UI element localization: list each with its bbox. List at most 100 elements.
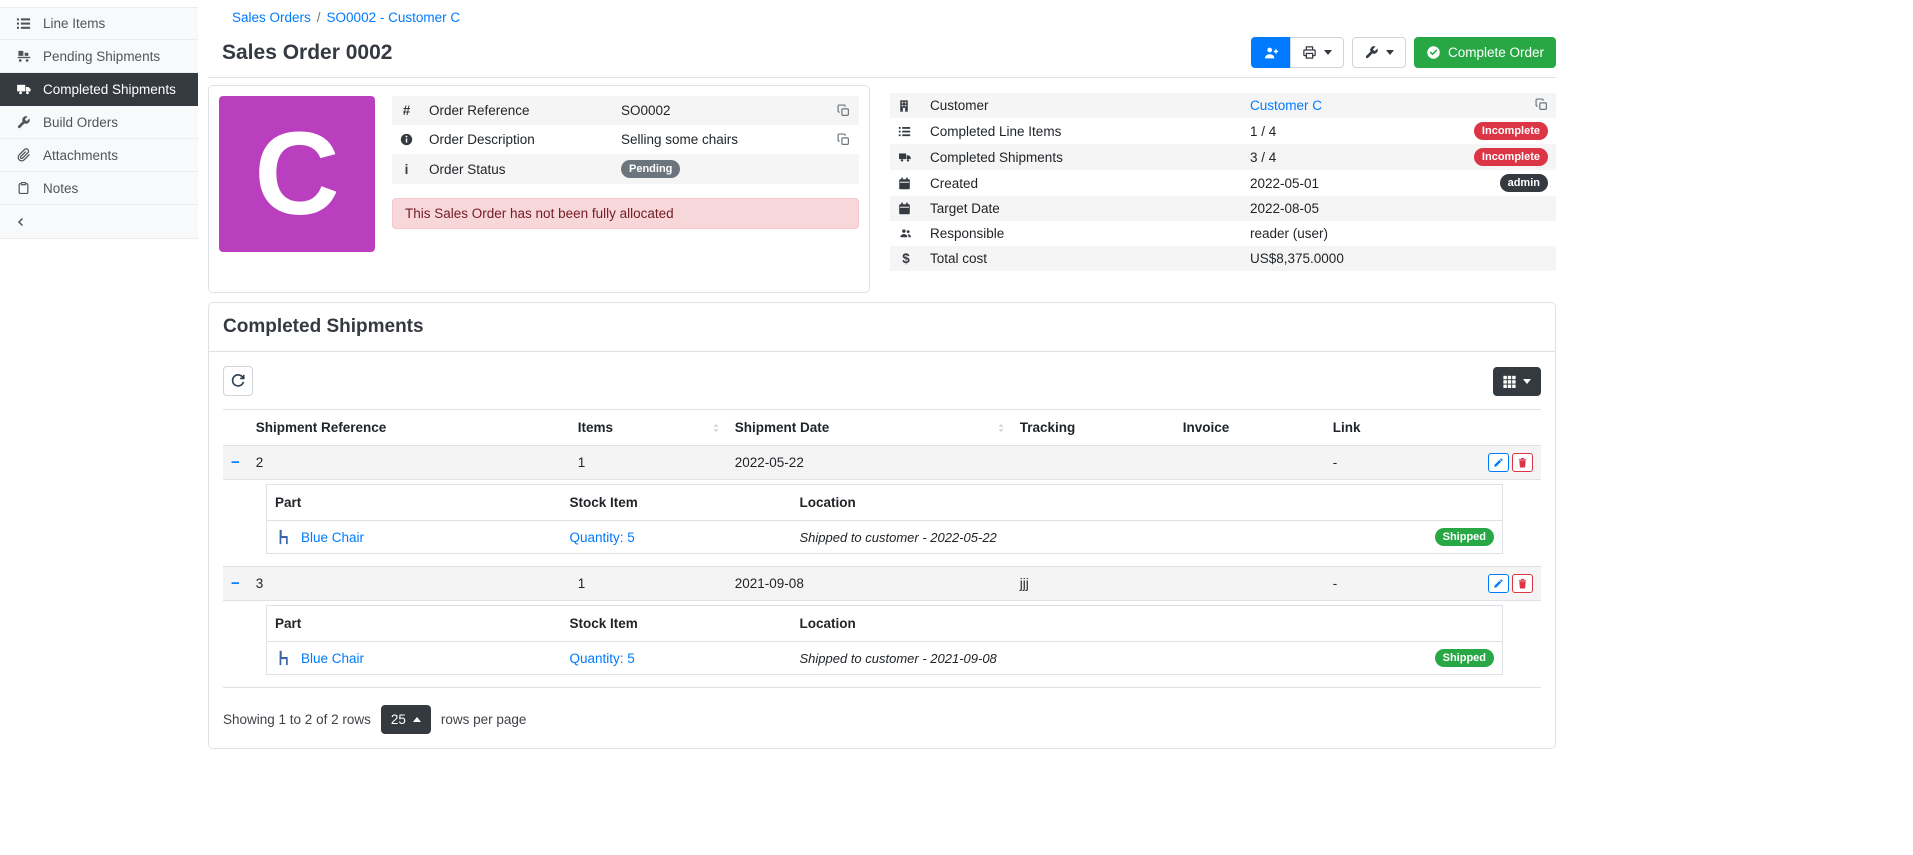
page-size-select[interactable]: 25 xyxy=(381,705,431,734)
order-info-table: # Order Reference SO0002 Order Descripti… xyxy=(392,96,859,184)
assigned-user-button[interactable] xyxy=(1251,37,1291,68)
responsible-value: reader (user) xyxy=(1242,221,1444,246)
shipment-detail-row: Part Stock Item Location xyxy=(223,480,1541,567)
table-toolbar xyxy=(223,366,1541,396)
subcolumn-header-stock-item: Stock Item xyxy=(562,606,792,642)
edit-shipment-button[interactable] xyxy=(1488,453,1509,472)
column-header-items[interactable]: Items xyxy=(570,410,727,446)
complete-order-label: Complete Order xyxy=(1448,45,1544,60)
breadcrumb-sales-orders[interactable]: Sales Orders xyxy=(232,10,311,25)
shipment-item-row: Blue Chair Quantity: 5 Shipped to custom… xyxy=(267,642,1503,675)
order-status-row: i Order Status Pending xyxy=(392,154,859,184)
column-header-date[interactable]: Shipment Date xyxy=(727,410,1012,446)
breadcrumb: Sales Orders / SO0002 - Customer C xyxy=(232,10,1556,25)
location-text: Shipped to customer - 2022-05-22 xyxy=(800,530,997,545)
customer-thumbnail: C xyxy=(219,96,375,252)
shipment-tracking: jjj xyxy=(1012,567,1175,601)
chair-part-icon xyxy=(275,528,292,546)
column-header-invoice: Invoice xyxy=(1175,410,1325,446)
collapse-row-icon[interactable]: − xyxy=(231,575,240,592)
rows-per-page-label: rows per page xyxy=(441,712,527,727)
total-cost-value: US$8,375.0000 xyxy=(1242,246,1444,271)
column-header-link: Link xyxy=(1325,410,1425,446)
shipment-reference: 3 xyxy=(248,567,570,601)
delete-shipment-button[interactable] xyxy=(1512,574,1533,593)
copy-icon[interactable] xyxy=(837,104,851,117)
breadcrumb-separator: / xyxy=(317,10,321,25)
responsible-label: Responsible xyxy=(922,221,1242,246)
customer-label: Customer xyxy=(922,93,1242,118)
customer-row: Customer Customer C xyxy=(890,93,1556,118)
order-description-value: Selling some chairs xyxy=(613,125,829,154)
customer-link[interactable]: Customer C xyxy=(1250,98,1322,113)
allocation-alert: This Sales Order has not been fully allo… xyxy=(392,198,859,229)
order-reference-label: Order Reference xyxy=(421,96,613,125)
sidebar-item-pending-shipments[interactable]: Pending Shipments xyxy=(0,40,198,73)
chevron-left-icon xyxy=(12,214,29,229)
shipment-row: − 2 1 2022-05-22 - xyxy=(223,446,1541,480)
target-date-row: Target Date 2022-08-05 xyxy=(890,196,1556,221)
caret-down-icon xyxy=(1523,379,1531,384)
columns-button[interactable] xyxy=(1493,367,1541,396)
breadcrumb-current[interactable]: SO0002 - Customer C xyxy=(327,10,461,25)
chair-part-icon xyxy=(275,649,292,667)
stock-item-link[interactable]: Quantity: 5 xyxy=(570,530,635,545)
order-details-panel: Customer Customer C Completed Line Items… xyxy=(890,93,1556,271)
clipboard-icon xyxy=(15,181,32,196)
sidebar-item-label: Pending Shipments xyxy=(43,49,160,64)
shipment-detail-row: Part Stock Item Location xyxy=(223,601,1541,688)
refresh-icon xyxy=(230,373,246,389)
shipment-tracking xyxy=(1012,446,1175,480)
main-content: Sales Orders / SO0002 - Customer C Sales O… xyxy=(198,0,1913,749)
part-link[interactable]: Blue Chair xyxy=(301,530,364,545)
stock-item-link[interactable]: Quantity: 5 xyxy=(570,651,635,666)
sidebar-item-completed-shipments[interactable]: Completed Shipments xyxy=(0,73,198,106)
total-cost-label: Total cost xyxy=(922,246,1242,271)
delete-shipment-button[interactable] xyxy=(1512,453,1533,472)
completed-shipments-label: Completed Shipments xyxy=(922,144,1242,170)
part-link[interactable]: Blue Chair xyxy=(301,651,364,666)
incomplete-badge: Incomplete xyxy=(1474,148,1548,166)
sidebar-item-build-orders[interactable]: Build Orders xyxy=(0,106,198,139)
completed-shipments-body: Shipment Reference Items Shipment Date T… xyxy=(209,352,1555,748)
collapse-row-icon[interactable]: − xyxy=(231,454,240,471)
edit-shipment-button[interactable] xyxy=(1488,574,1509,593)
column-header-reference: Shipment Reference xyxy=(248,410,570,446)
created-value: 2022-05-01 xyxy=(1242,170,1444,196)
print-button-group xyxy=(1251,37,1344,68)
target-date-value: 2022-08-05 xyxy=(1242,196,1444,221)
sidebar-collapse-button[interactable] xyxy=(0,205,198,239)
subcolumn-header-status xyxy=(1337,606,1503,642)
sidebar-item-attachments[interactable]: Attachments xyxy=(0,139,198,172)
subcolumn-header-location: Location xyxy=(792,606,1337,642)
header-divider xyxy=(208,77,1556,78)
user-plus-icon xyxy=(1263,45,1279,61)
print-actions-button[interactable] xyxy=(1290,37,1344,68)
refresh-button[interactable] xyxy=(223,366,253,396)
sort-icon xyxy=(711,422,721,434)
sidebar-item-line-items[interactable]: Line Items xyxy=(0,7,198,40)
sidebar-item-label: Completed Shipments xyxy=(43,82,176,97)
total-cost-row: $ Total cost US$8,375.0000 xyxy=(890,246,1556,271)
tools-icon xyxy=(1364,45,1379,60)
users-icon xyxy=(898,227,914,240)
sort-icon xyxy=(996,422,1006,434)
order-actions-button[interactable] xyxy=(1352,37,1406,68)
complete-order-button[interactable]: Complete Order xyxy=(1414,37,1556,68)
completed-line-items-label: Completed Line Items xyxy=(922,118,1242,144)
sidebar-item-label: Build Orders xyxy=(43,115,118,130)
info-icon: i xyxy=(405,162,409,177)
sidebar-item-notes[interactable]: Notes xyxy=(0,172,198,205)
shipment-items: 1 xyxy=(570,446,727,480)
completed-shipments-title: Completed Shipments xyxy=(209,303,1555,352)
caret-down-icon xyxy=(1324,50,1332,55)
completed-line-items-value: 1 / 4 xyxy=(1242,118,1444,144)
shipments-table: Shipment Reference Items Shipment Date T… xyxy=(223,409,1541,688)
hash-icon: # xyxy=(403,103,411,118)
list-icon xyxy=(898,125,914,138)
column-header-expand xyxy=(223,410,248,446)
order-description-label: Order Description xyxy=(421,125,613,154)
copy-icon[interactable] xyxy=(1535,99,1548,114)
copy-icon[interactable] xyxy=(837,133,851,146)
page-header: Sales Order 0002 xyxy=(222,37,1556,68)
